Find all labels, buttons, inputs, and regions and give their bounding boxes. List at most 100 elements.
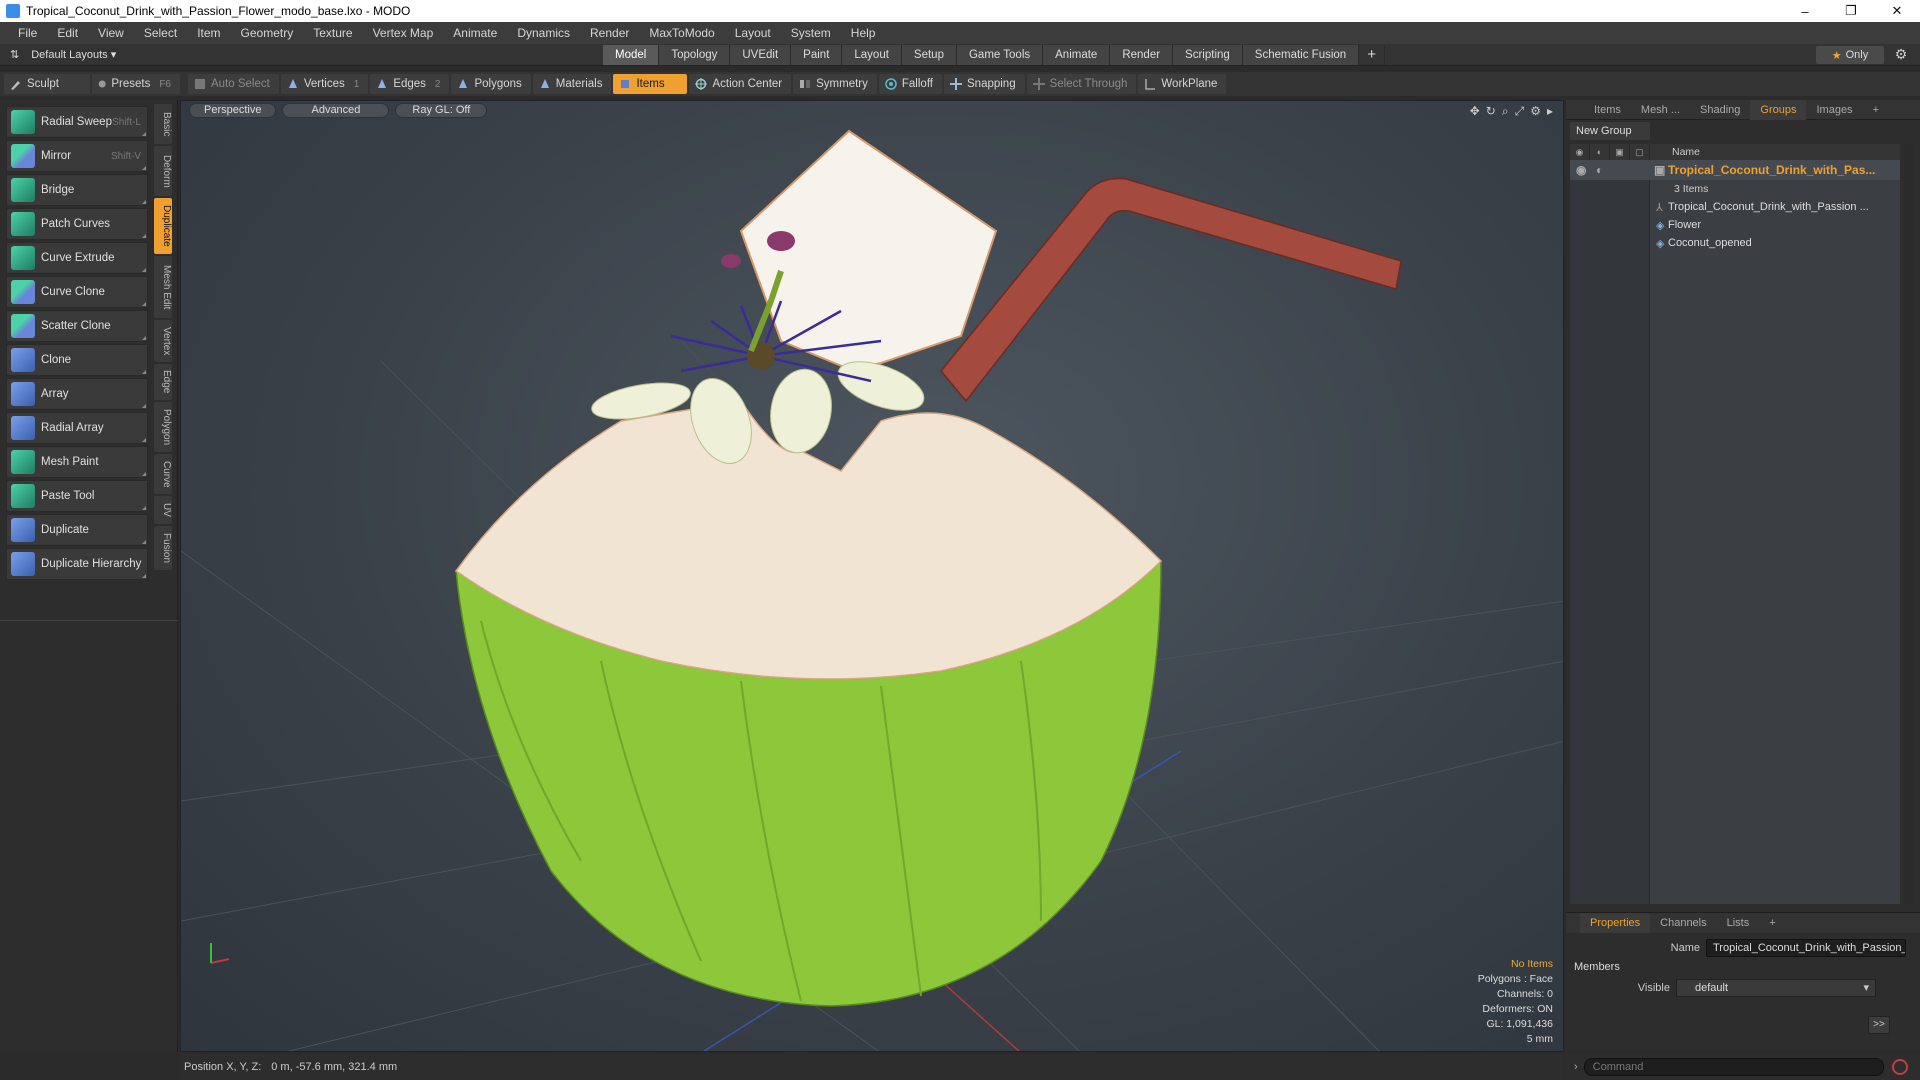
- mesh-paint-tool[interactable]: Mesh Paint: [6, 446, 148, 478]
- radial-sweep-tool[interactable]: Radial Sweep Shift-L: [6, 106, 148, 138]
- radial-array-tool[interactable]: Radial Array: [6, 412, 148, 444]
- minimize-button[interactable]: –: [1782, 0, 1828, 22]
- menu-dynamics[interactable]: Dynamics: [507, 26, 580, 40]
- tab-animate[interactable]: Animate: [1043, 45, 1111, 65]
- add-tab-button[interactable]: +: [1359, 45, 1385, 65]
- visible-eye-icon[interactable]: ◉: [1576, 163, 1586, 177]
- menu-animate[interactable]: Animate: [443, 26, 507, 40]
- menu-select[interactable]: Select: [134, 26, 187, 40]
- tab-fusion[interactable]: Fusion: [154, 526, 172, 570]
- tab-game-tools[interactable]: Game Tools: [956, 45, 1044, 65]
- materials-button[interactable]: Materials: [532, 74, 612, 94]
- viewport-settings-icon[interactable]: ⚙: [1530, 104, 1541, 119]
- items-mode-button[interactable]: Items: [613, 74, 688, 94]
- restore-button[interactable]: ❐: [1828, 0, 1874, 22]
- eye-icon[interactable]: ◉: [1570, 144, 1590, 160]
- only-button[interactable]: ★ Only: [1816, 46, 1884, 64]
- lock-icon[interactable]: ▣: [1610, 144, 1630, 160]
- add-panel-tab[interactable]: +: [1863, 100, 1889, 120]
- tab-properties[interactable]: Properties: [1580, 913, 1651, 933]
- render-toggle-icon[interactable]: ◐: [1596, 163, 1603, 177]
- curve-extrude-tool[interactable]: Curve Extrude: [6, 242, 148, 274]
- tab-topology[interactable]: Topology: [659, 45, 731, 65]
- record-icon[interactable]: [1891, 1059, 1908, 1075]
- tab-mesh[interactable]: Mesh ...: [1631, 100, 1690, 120]
- action-center-button[interactable]: Action Center: [689, 74, 792, 94]
- tab-duplicate[interactable]: Duplicate: [154, 198, 172, 254]
- menu-render[interactable]: Render: [580, 26, 639, 40]
- tab-items[interactable]: Items: [1584, 100, 1631, 120]
- tab-model[interactable]: Model: [603, 45, 660, 65]
- menu-help[interactable]: Help: [841, 26, 886, 40]
- tab-scripting[interactable]: Scripting: [1173, 45, 1243, 65]
- clone-tool[interactable]: Clone: [6, 344, 148, 376]
- snapping-button[interactable]: Snapping: [944, 74, 1025, 94]
- tab-images[interactable]: Images: [1806, 100, 1862, 120]
- 3d-viewport[interactable]: Perspective Advanced Ray GL: Off ✥ ↻ ⌕ ⤢…: [180, 100, 1564, 1052]
- tab-groups[interactable]: Groups: [1750, 99, 1807, 120]
- menu-edit[interactable]: Edit: [47, 26, 88, 40]
- patch-curves-tool[interactable]: Patch Curves: [6, 208, 148, 240]
- tab-lists[interactable]: Lists: [1717, 913, 1760, 933]
- menu-item[interactable]: Item: [187, 26, 230, 40]
- members-section[interactable]: Members: [1574, 961, 1920, 973]
- render-icon[interactable]: ◐: [1590, 144, 1610, 160]
- menu-geometry[interactable]: Geometry: [231, 26, 304, 40]
- groups-scrollbar[interactable]: [1904, 144, 1914, 904]
- zoom-icon[interactable]: ⌕: [1502, 104, 1509, 119]
- scatter-clone-tool[interactable]: Scatter Clone: [6, 310, 148, 342]
- sculpt-button[interactable]: Sculpt: [4, 74, 90, 94]
- gear-icon[interactable]: ⚙: [1892, 46, 1910, 64]
- view-mode-dropdown[interactable]: Perspective: [189, 102, 277, 118]
- tab-shading[interactable]: Shading: [1690, 100, 1750, 120]
- tab-render[interactable]: Render: [1110, 45, 1174, 65]
- shading-dropdown[interactable]: Advanced: [282, 102, 390, 118]
- tab-mesh-edit[interactable]: Mesh Edit: [154, 256, 172, 318]
- menu-view[interactable]: View: [88, 26, 134, 40]
- default-layouts-dropdown[interactable]: ⇅ Default Layouts ▾: [0, 48, 130, 61]
- bridge-tool[interactable]: Bridge: [6, 174, 148, 206]
- tab-uvedit[interactable]: UVEdit: [730, 45, 792, 65]
- menu-layout[interactable]: Layout: [725, 26, 781, 40]
- edges-button[interactable]: Edges 2: [370, 74, 450, 94]
- duplicate-hierarchy-tool[interactable]: Duplicate Hierarchy: [6, 548, 148, 580]
- paste-tool[interactable]: Paste Tool: [6, 480, 148, 512]
- workplane-button[interactable]: WorkPlane: [1138, 74, 1227, 94]
- tab-polygon[interactable]: Polygon: [154, 402, 172, 452]
- select-through-button[interactable]: Select Through: [1026, 74, 1137, 94]
- menu-file[interactable]: File: [8, 26, 47, 40]
- tab-uv[interactable]: UV: [154, 496, 172, 524]
- group-row[interactable]: ◉ ◐ ▣ Tropical_Coconut_Drink_with_Pas...: [1570, 160, 1900, 180]
- menu-maxtomodo[interactable]: MaxToModo: [639, 26, 724, 40]
- add-properties-tab[interactable]: +: [1759, 913, 1785, 933]
- close-button[interactable]: ✕: [1874, 0, 1920, 22]
- group-member-row[interactable]: ◈ Flower: [1570, 216, 1900, 234]
- tab-vertex[interactable]: Vertex: [154, 320, 172, 362]
- tab-channels[interactable]: Channels: [1650, 913, 1716, 933]
- falloff-button[interactable]: Falloff: [878, 74, 942, 94]
- vertices-button[interactable]: Vertices 1: [280, 74, 369, 94]
- tab-layout[interactable]: Layout: [842, 45, 902, 65]
- presets-button[interactable]: Presets F6: [92, 74, 180, 94]
- viewport-arrow-icon[interactable]: ▸: [1547, 104, 1553, 119]
- pan-icon[interactable]: ✥: [1470, 104, 1480, 119]
- raygl-toggle[interactable]: Ray GL: Off: [395, 102, 488, 118]
- array-tool[interactable]: Array: [6, 378, 148, 410]
- symmetry-button[interactable]: Symmetry: [793, 74, 877, 94]
- visible-dropdown[interactable]: default ▾: [1676, 979, 1876, 997]
- name-property-field[interactable]: Tropical_Coconut_Drink_with_Passion_F: [1706, 939, 1906, 957]
- duplicate-tool[interactable]: Duplicate: [6, 514, 148, 546]
- select-icon[interactable]: ▢: [1630, 144, 1650, 160]
- tab-deform[interactable]: Deform: [154, 146, 172, 196]
- auto-select-button[interactable]: Auto Select: [188, 74, 279, 94]
- tab-basic[interactable]: Basic: [154, 104, 172, 144]
- expand-button[interactable]: >>: [1868, 1016, 1890, 1034]
- rotate-icon[interactable]: ↻: [1486, 104, 1496, 119]
- group-member-row[interactable]: ◈ Coconut_opened: [1570, 234, 1900, 252]
- new-group-button[interactable]: New Group: [1570, 122, 1650, 140]
- group-member-row[interactable]: ⅄ Tropical_Coconut_Drink_with_Passion ..…: [1570, 198, 1900, 216]
- curve-clone-tool[interactable]: Curve Clone: [6, 276, 148, 308]
- menu-vertex-map[interactable]: Vertex Map: [363, 26, 444, 40]
- tab-paint[interactable]: Paint: [791, 45, 843, 65]
- menu-texture[interactable]: Texture: [303, 26, 362, 40]
